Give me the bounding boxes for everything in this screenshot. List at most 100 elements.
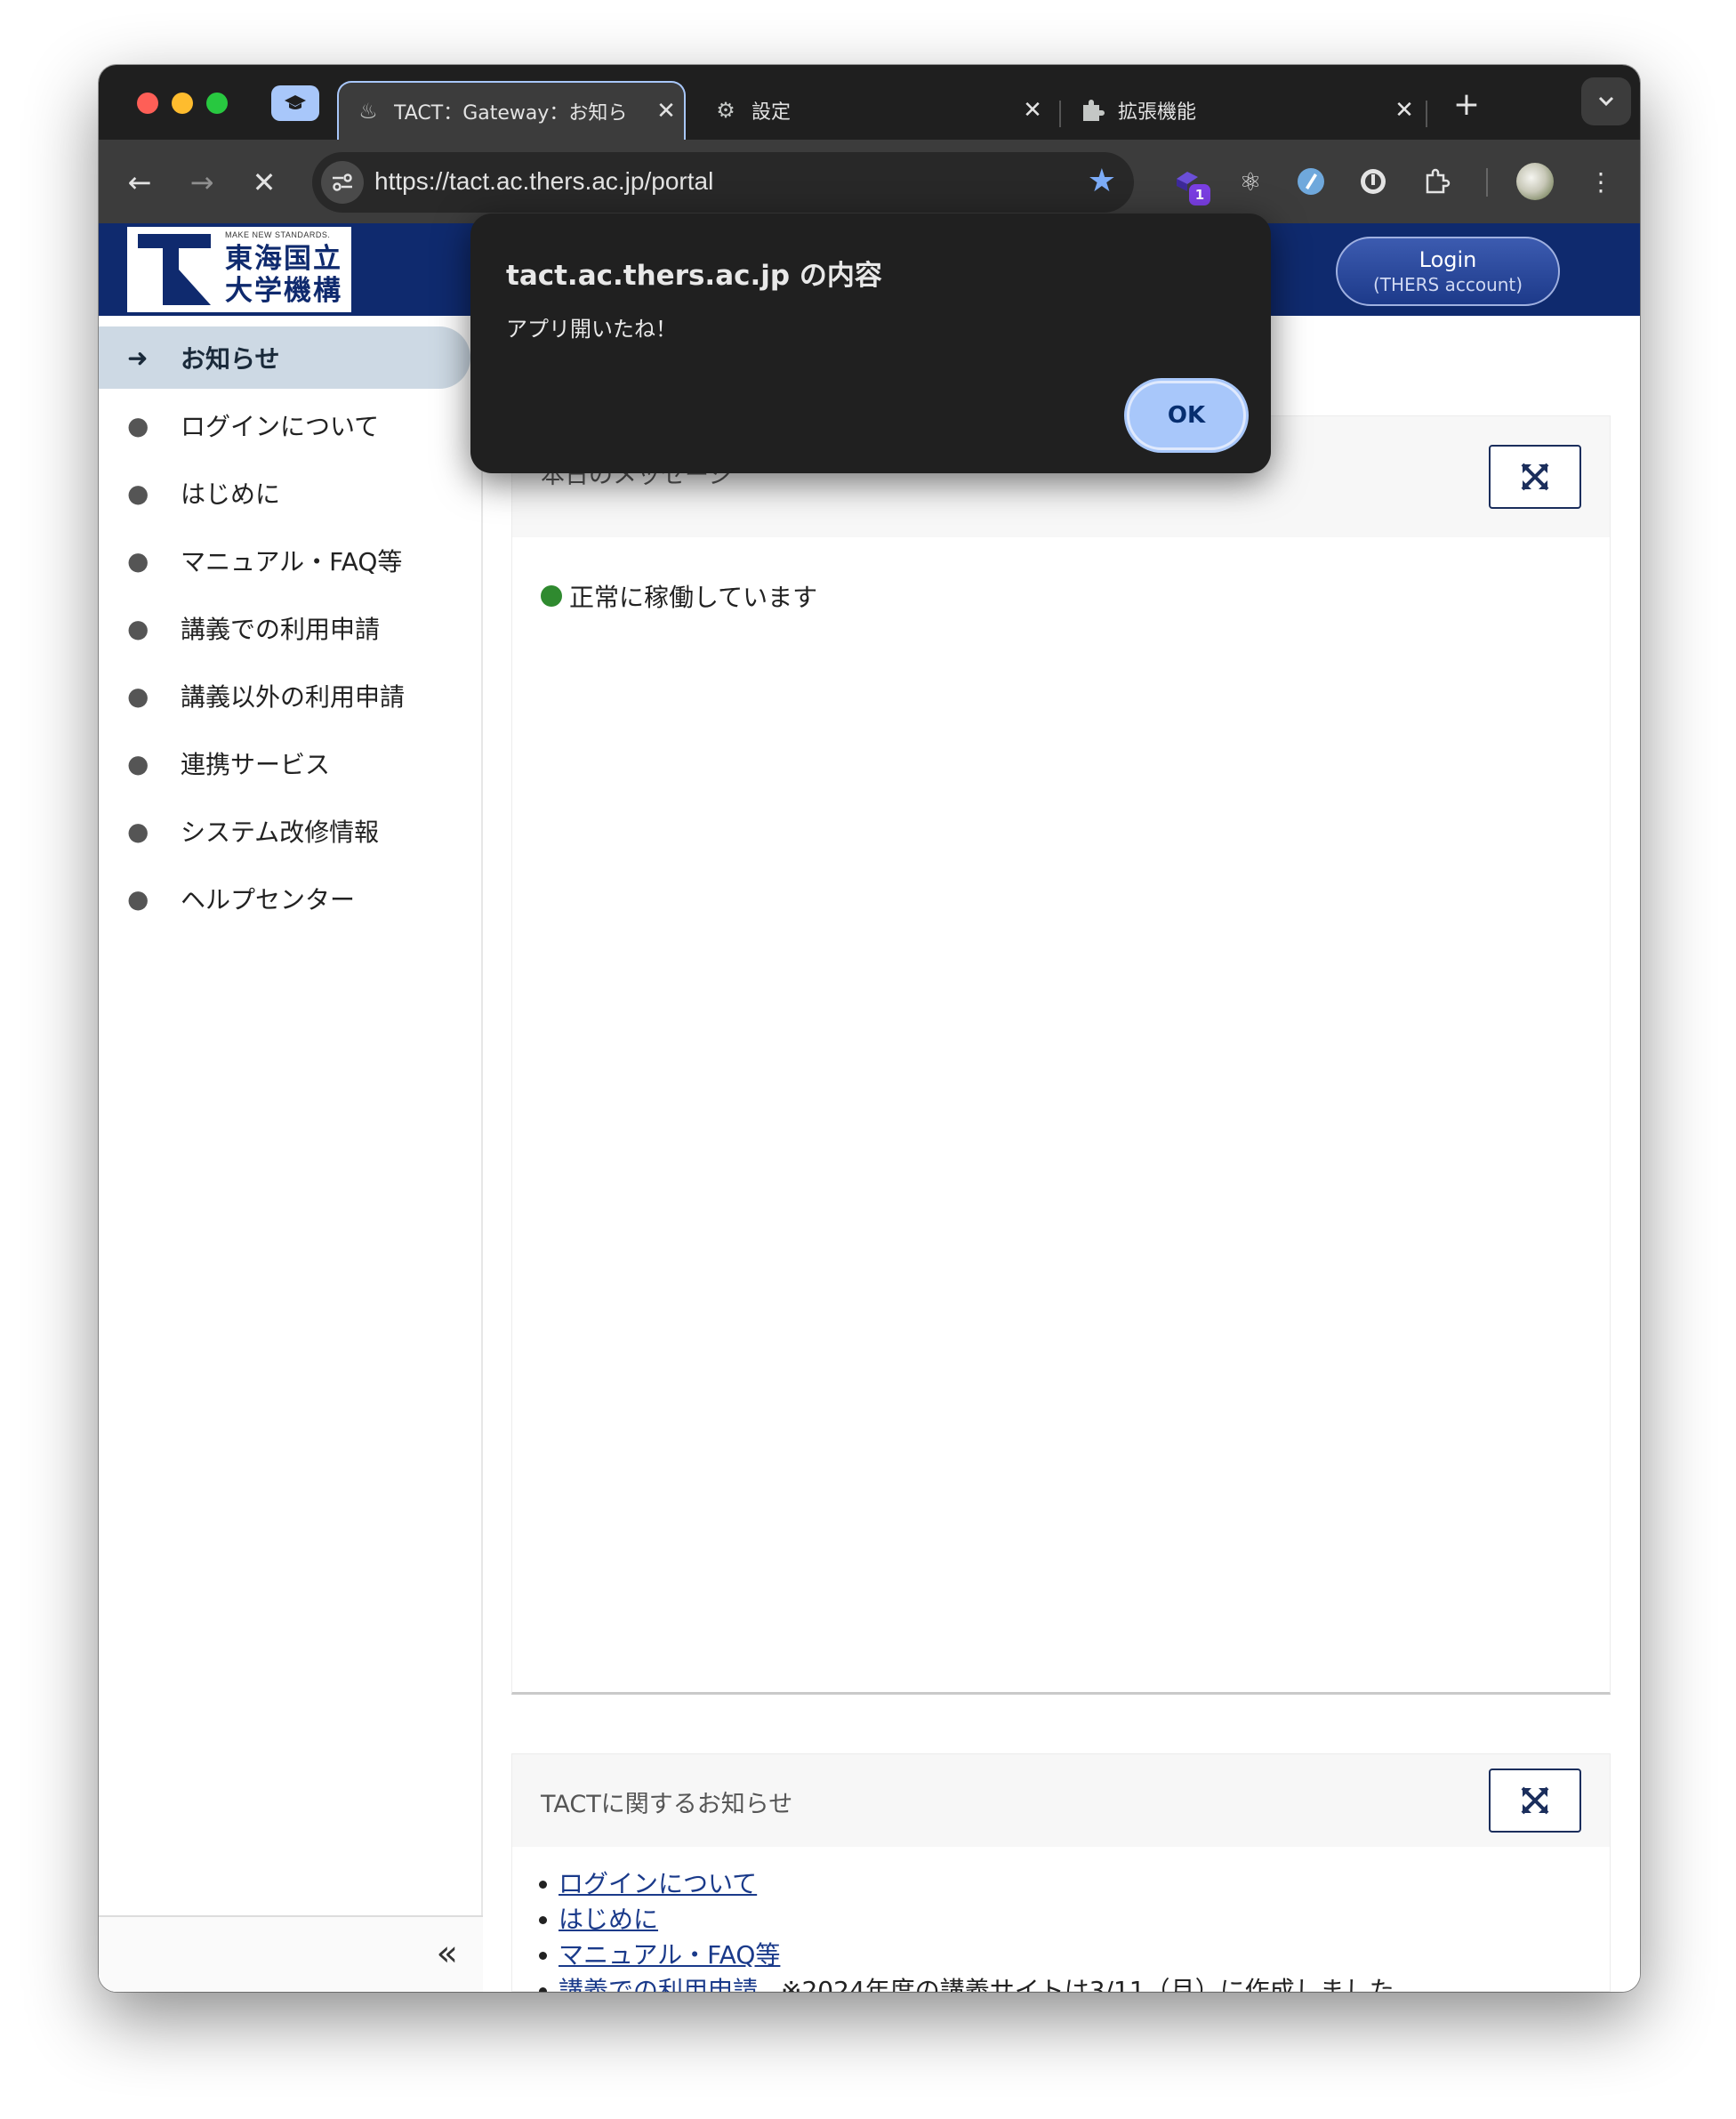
sidebar-item-course-request[interactable]: ● 講義での利用申請 (99, 597, 470, 659)
status-text: 正常に稼働しています (569, 583, 818, 612)
tact-notices-panel: TACTに関するお知らせ ログインについて はじめに マニュアル・FAQ等 講義… (511, 1753, 1611, 1992)
close-window-button[interactable] (137, 93, 158, 114)
chevron-down-icon (1598, 96, 1614, 107)
browser-window: ♨ TACT：Gateway：お知ら ✕ ⚙ 設定 ✕ 拡張機能 ✕ + ← →… (99, 65, 1640, 1992)
globe-icon: ● (127, 613, 149, 643)
list-item: ログインについて (539, 1866, 1394, 1902)
sidebar-item-label: ログインについて (181, 412, 380, 441)
sidebar-item-label: システム改修情報 (181, 818, 380, 847)
logo-tagline: MAKE NEW STANDARDS. (225, 230, 331, 239)
expand-button[interactable] (1489, 445, 1581, 509)
tab-divider (1059, 101, 1061, 127)
sidebar: ➜ お知らせ ● ログインについて ● はじめに ● マニュアル・FAQ等 ● … (99, 316, 483, 1992)
tab-title: 設定 (751, 101, 792, 124)
login-label: Login (1419, 247, 1477, 272)
back-button[interactable]: ← (120, 163, 159, 202)
extension-tact-icon[interactable]: 1 (1168, 161, 1210, 205)
sidebar-item-label: 講義以外の利用申請 (181, 682, 406, 712)
tab-extensions[interactable]: 拡張機能 ✕ (1063, 81, 1422, 140)
forward-button[interactable]: → (182, 163, 221, 202)
list-item: マニュアル・FAQ等 (539, 1938, 1394, 1973)
globe-icon: ● (127, 478, 149, 508)
site-info-icon[interactable] (321, 161, 364, 204)
list-item: 講義での利用申請 ※2024年度の講義サイトは3/11（月）に作成しました (539, 1973, 1394, 1992)
sidebar-item-label: 連携サービス (181, 750, 331, 779)
thers-logo-icon (138, 234, 211, 305)
globe-icon: ● (127, 410, 149, 440)
globe-icon: ● (127, 681, 149, 711)
notice-link-intro[interactable]: はじめに (559, 1905, 658, 1934)
extension-badge: 1 (1189, 184, 1210, 205)
status-message: 正常に稼働しています (541, 578, 817, 614)
sidebar-item-label: はじめに (181, 479, 281, 509)
globe-icon: ● (127, 545, 149, 576)
ok-button[interactable]: OK (1127, 381, 1246, 450)
gear-icon: ⚙ (716, 98, 735, 123)
tab-settings[interactable]: ⚙ 設定 ✕ (696, 81, 1050, 140)
globe-icon: ● (127, 883, 149, 914)
logo-line-1: 東海国立 (225, 243, 342, 275)
university-logo[interactable]: MAKE NEW STANDARDS. 東海国立 大学機構 (127, 227, 351, 312)
logo-line-2: 大学機構 (225, 275, 342, 307)
stop-loading-button[interactable]: ✕ (245, 163, 284, 202)
sidebar-item-system-updates[interactable]: ● システム改修情報 (99, 800, 470, 862)
close-tab-icon[interactable]: ✕ (648, 98, 684, 125)
sidebar-item-label: お知らせ (181, 344, 280, 374)
browser-toolbar: ← → ✕ https://tact.ac.thers.ac.jp/portal… (99, 140, 1640, 223)
expand-button[interactable] (1489, 1769, 1581, 1833)
tab-search-button[interactable] (1581, 77, 1631, 125)
dialog-message: アプリ開いたね！ (506, 317, 677, 342)
menu-kebab-icon[interactable]: ⋮ (1580, 161, 1621, 202)
sidebar-item-other-request[interactable]: ● 講義以外の利用申請 (99, 665, 470, 727)
tab-tact-gateway[interactable]: ♨ TACT：Gateway：お知ら ✕ (337, 81, 686, 140)
sidebar-item-manual[interactable]: ● マニュアル・FAQ等 (99, 529, 470, 592)
tab-divider (1426, 101, 1427, 127)
globe-icon: ● (127, 748, 149, 778)
new-tab-button[interactable]: + (1449, 88, 1484, 124)
notice-link-course-request[interactable]: 講義での利用申請 (559, 1976, 758, 1992)
extensions-puzzle-icon[interactable] (1417, 161, 1458, 202)
tab-title: 拡張機能 (1118, 101, 1197, 124)
react-devtools-icon[interactable]: ⚛ (1230, 161, 1271, 202)
sign-in-icon: ➜ (127, 342, 149, 373)
graduation-cap-icon (285, 95, 306, 109)
password-manager-icon[interactable] (1353, 161, 1394, 202)
maximize-window-button[interactable] (206, 93, 228, 114)
sidebar-item-intro[interactable]: ● はじめに (99, 462, 470, 524)
sidebar-item-services[interactable]: ● 連携サービス (99, 732, 470, 794)
sidebar-item-help[interactable]: ● ヘルプセンター (99, 867, 470, 930)
close-tab-icon[interactable]: ✕ (1015, 97, 1050, 124)
expand-icon (1521, 463, 1549, 491)
login-button[interactable]: Login (THERS account) (1336, 237, 1560, 306)
login-sub-label: (THERS account) (1372, 274, 1523, 295)
collapse-sidebar-button[interactable]: « (437, 1933, 458, 1974)
close-tab-icon[interactable]: ✕ (1386, 97, 1422, 124)
logo-text: 東海国立 大学機構 (225, 243, 342, 307)
expand-icon (1521, 1786, 1549, 1815)
main-content: 本日のメッセージ 正常に稼働しています TACTに関するお知らせ ログインについ… (485, 316, 1640, 1992)
list-item: はじめに (539, 1902, 1394, 1938)
tab-bar: ♨ TACT：Gateway：お知ら ✕ ⚙ 設定 ✕ 拡張機能 ✕ + (99, 65, 1640, 140)
notice-note: ※2024年度の講義サイトは3/11（月）に作成しました (781, 1976, 1394, 1992)
url-text: https://tact.ac.thers.ac.jp/portal (374, 167, 714, 195)
minimize-window-button[interactable] (172, 93, 193, 114)
notice-link-manual[interactable]: マニュアル・FAQ等 (559, 1940, 780, 1970)
toolbar-divider (1486, 168, 1488, 197)
puzzle-icon (1079, 97, 1105, 124)
tab-group-chip[interactable] (271, 85, 319, 121)
profile-avatar[interactable] (1516, 163, 1554, 200)
sidebar-item-label: マニュアル・FAQ等 (181, 547, 403, 576)
sidebar-item-label: ヘルプセンター (181, 885, 356, 914)
sidebar-item-notices[interactable]: ➜ お知らせ (99, 326, 470, 389)
address-bar[interactable]: https://tact.ac.thers.ac.jp/portal ★ (312, 152, 1134, 213)
sidebar-item-login[interactable]: ● ログインについて (99, 394, 470, 456)
notice-list: ログインについて はじめに マニュアル・FAQ等 講義での利用申請 ※2024年度… (539, 1866, 1394, 1992)
notice-link-login[interactable]: ログインについて (559, 1869, 757, 1898)
tact-favicon-icon: ♨ (358, 99, 378, 124)
tab-title: TACT：Gateway：お知ら (394, 102, 628, 125)
bookmark-star-icon[interactable]: ★ (1088, 163, 1116, 199)
panel-header: TACTに関するお知らせ (512, 1754, 1610, 1847)
panel-title: TACTに関するお知らせ (541, 1791, 793, 1818)
status-dot-icon (541, 585, 562, 607)
extension-blue-icon[interactable] (1290, 161, 1331, 202)
